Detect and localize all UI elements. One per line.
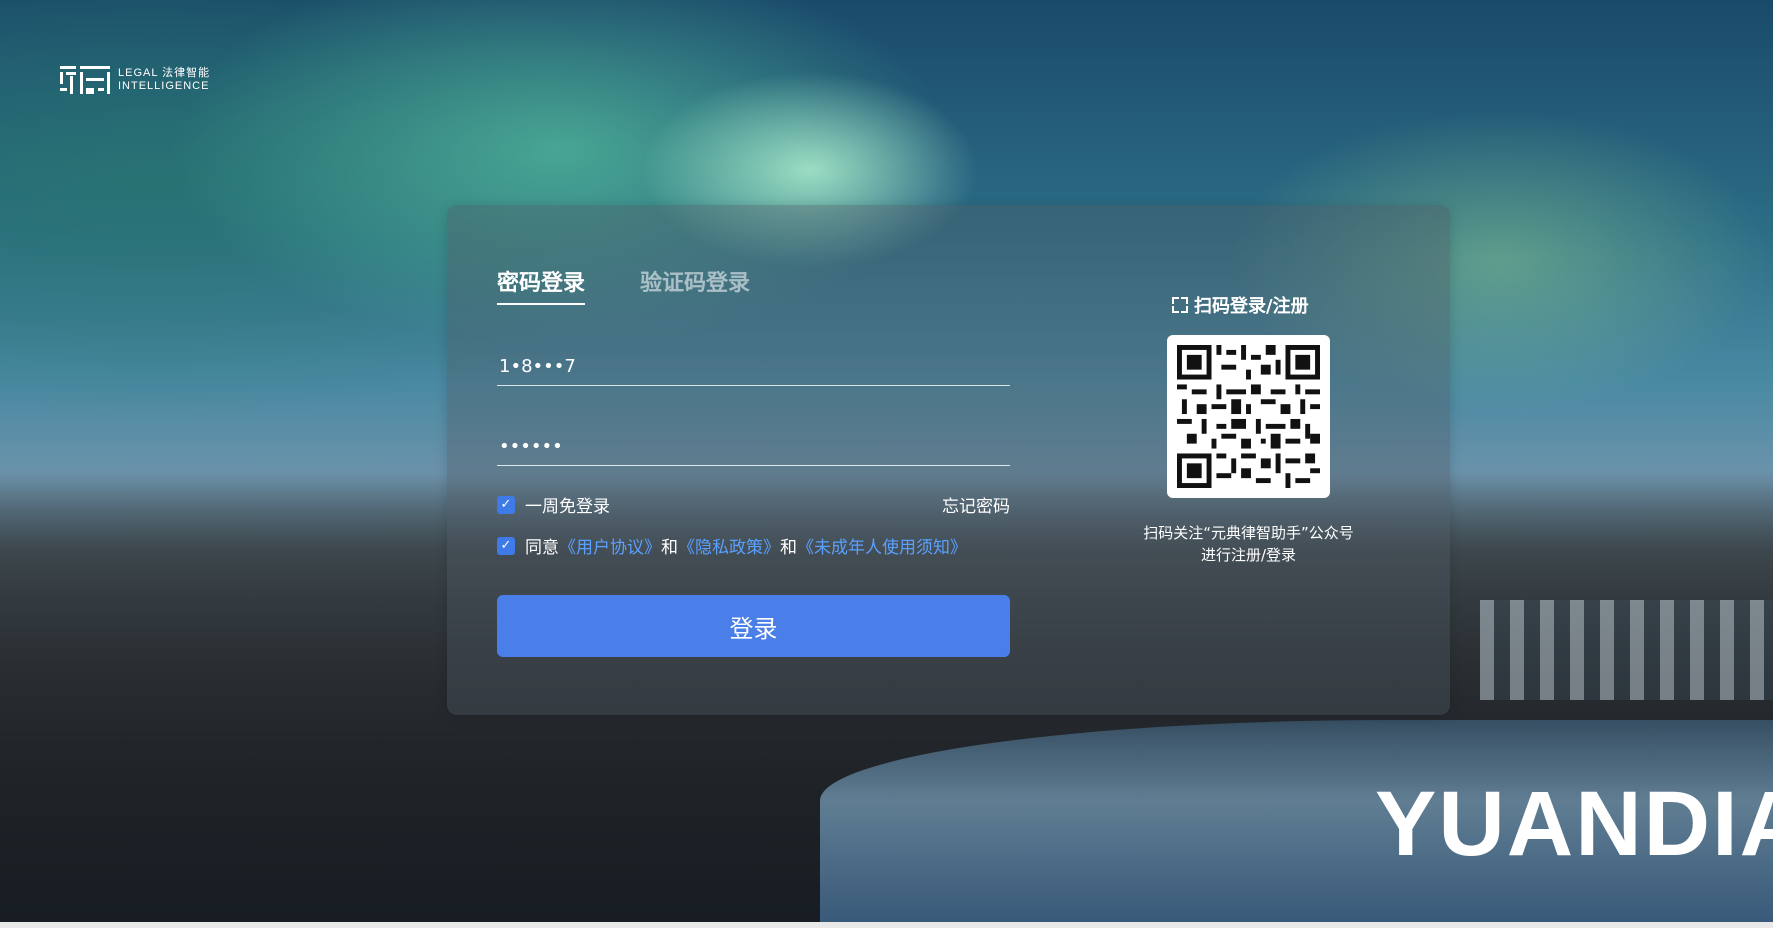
username-input[interactable] xyxy=(497,345,1014,387)
agreement-row: ✓ 同意 《用户协议》 和 《隐私政策》 和 《未成年人使用须知》 xyxy=(497,533,1010,558)
privacy-policy-link[interactable]: 《隐私政策》 xyxy=(678,533,780,558)
agree-checkbox[interactable]: ✓ xyxy=(497,536,515,555)
password-field[interactable] xyxy=(497,425,1014,467)
qr-code xyxy=(1167,335,1330,498)
username-field[interactable] xyxy=(497,345,1014,387)
qr-code-icon xyxy=(1177,345,1320,488)
tab-password-login[interactable]: 密码登录 xyxy=(497,265,586,305)
logo-text: LEGAL 法律智能 INTELLIGENCE xyxy=(118,67,210,93)
background-waterfall xyxy=(1480,600,1773,700)
background-scene: LEGAL 法律智能 INTELLIGENCE 密码登录 验证码登录 ✓ 一周免… xyxy=(0,0,1773,922)
password-input[interactable] xyxy=(497,425,1014,467)
scan-icon xyxy=(1172,297,1188,313)
qr-caption-line-2: 进行注册/登录 xyxy=(1200,546,1297,564)
qr-caption: 扫码关注“元典律智助手”公众号 进行注册/登录 xyxy=(1087,522,1410,566)
agree-prefix: 同意 xyxy=(525,538,559,558)
remember-option[interactable]: ✓ 一周免登录 xyxy=(497,492,610,517)
remember-label: 一周免登录 xyxy=(525,497,610,517)
minor-notice-link[interactable]: 《未成年人使用须知》 xyxy=(797,533,967,558)
qr-caption-line-1: 扫码关注“元典律智助手”公众号 xyxy=(1143,524,1354,542)
forgot-password-link[interactable]: 忘记密码 xyxy=(942,492,1010,517)
agree-and-2: 和 xyxy=(780,538,797,558)
logo-mark-icon xyxy=(60,66,110,94)
logo-line-2: INTELLIGENCE xyxy=(118,80,210,92)
tab-code-login[interactable]: 验证码登录 xyxy=(640,265,750,305)
logo: LEGAL 法律智能 INTELLIGENCE xyxy=(60,66,210,94)
remember-checkbox[interactable]: ✓ xyxy=(497,495,515,514)
remember-row: ✓ 一周免登录 忘记密码 xyxy=(497,492,1010,517)
login-tabs: 密码登录 验证码登录 xyxy=(497,265,750,305)
agree-and-1: 和 xyxy=(661,538,678,558)
qr-title-text: 扫码登录/注册 xyxy=(1194,296,1309,317)
logo-line-1: LEGAL 法律智能 xyxy=(118,67,211,79)
login-button[interactable]: 登录 xyxy=(497,595,1010,657)
login-card: 密码登录 验证码登录 ✓ 一周免登录 忘记密码 ✓ 同意 《用户协议》 和 《隐… xyxy=(447,205,1450,715)
qr-title: 扫码登录/注册 xyxy=(1172,292,1309,318)
user-agreement-link[interactable]: 《用户协议》 xyxy=(559,533,661,558)
bottom-strip xyxy=(0,922,1773,928)
brand-watermark: YUANDIAN xyxy=(1375,773,1773,875)
